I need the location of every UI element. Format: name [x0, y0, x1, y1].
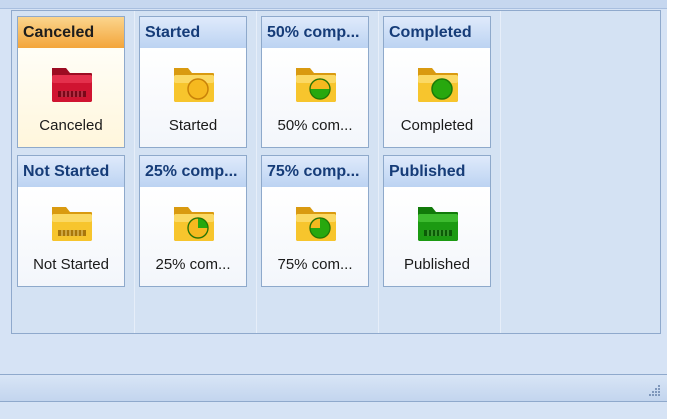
card-body: Completed	[384, 48, 490, 147]
status-card-25-percent[interactable]: 25% comp... 25% com...	[139, 155, 247, 287]
card-body: Started	[140, 48, 246, 147]
card-body: Published	[384, 187, 490, 286]
card-label: Not Started	[33, 256, 109, 273]
top-toolbar-strip	[0, 0, 667, 9]
card-label: 50% com...	[277, 117, 353, 134]
card-label: Started	[168, 117, 218, 134]
card-header: Canceled	[18, 17, 124, 49]
card-header: Published	[384, 156, 490, 188]
card-header: 75% comp...	[262, 156, 368, 188]
column-divider	[256, 11, 257, 333]
card-body: 50% com...	[262, 48, 368, 147]
card-label: 75% com...	[277, 256, 353, 273]
card-label: Published	[404, 256, 470, 273]
yellow-folder-icon	[52, 207, 92, 241]
column-divider	[500, 11, 501, 333]
yellow-folder-green-circle-icon	[418, 68, 458, 102]
card-label: Canceled	[39, 117, 103, 134]
column-divider	[134, 11, 135, 333]
card-label: 25% com...	[155, 256, 231, 273]
red-folder-icon	[52, 68, 92, 102]
status-card-started[interactable]: Started Started	[139, 16, 247, 148]
card-header: 25% comp...	[140, 156, 246, 188]
board-window: Canceled Canceled Started Started 50% co…	[0, 0, 667, 419]
yellow-folder-empty-circle-icon	[174, 68, 214, 102]
status-card-board: Canceled Canceled Started Started 50% co…	[11, 10, 661, 334]
resize-grip-icon[interactable]	[647, 383, 661, 397]
status-card-completed[interactable]: Completed Completed	[383, 16, 491, 148]
yellow-folder-three-quarter-green-circle-icon	[296, 207, 336, 241]
card-body: Canceled	[18, 48, 124, 147]
card-body: Not Started	[18, 187, 124, 286]
status-card-not-started[interactable]: Not Started Not Started	[17, 155, 125, 287]
card-body: 75% com...	[262, 187, 368, 286]
card-header: Not Started	[18, 156, 124, 188]
card-header: Completed	[384, 17, 490, 49]
yellow-folder-quarter-green-circle-icon	[174, 207, 214, 241]
status-card-canceled[interactable]: Canceled Canceled	[17, 16, 125, 148]
card-header: 50% comp...	[262, 17, 368, 49]
card-body: 25% com...	[140, 187, 246, 286]
status-card-50-percent[interactable]: 50% comp... 50% com...	[261, 16, 369, 148]
card-label: Completed	[400, 117, 474, 134]
status-card-75-percent[interactable]: 75% comp... 75% com...	[261, 155, 369, 287]
status-bar	[0, 374, 667, 402]
status-card-published[interactable]: Published Published	[383, 155, 491, 287]
card-header: Started	[140, 17, 246, 49]
column-divider	[378, 11, 379, 333]
yellow-folder-half-green-circle-icon	[296, 68, 336, 102]
green-folder-icon	[418, 207, 458, 241]
